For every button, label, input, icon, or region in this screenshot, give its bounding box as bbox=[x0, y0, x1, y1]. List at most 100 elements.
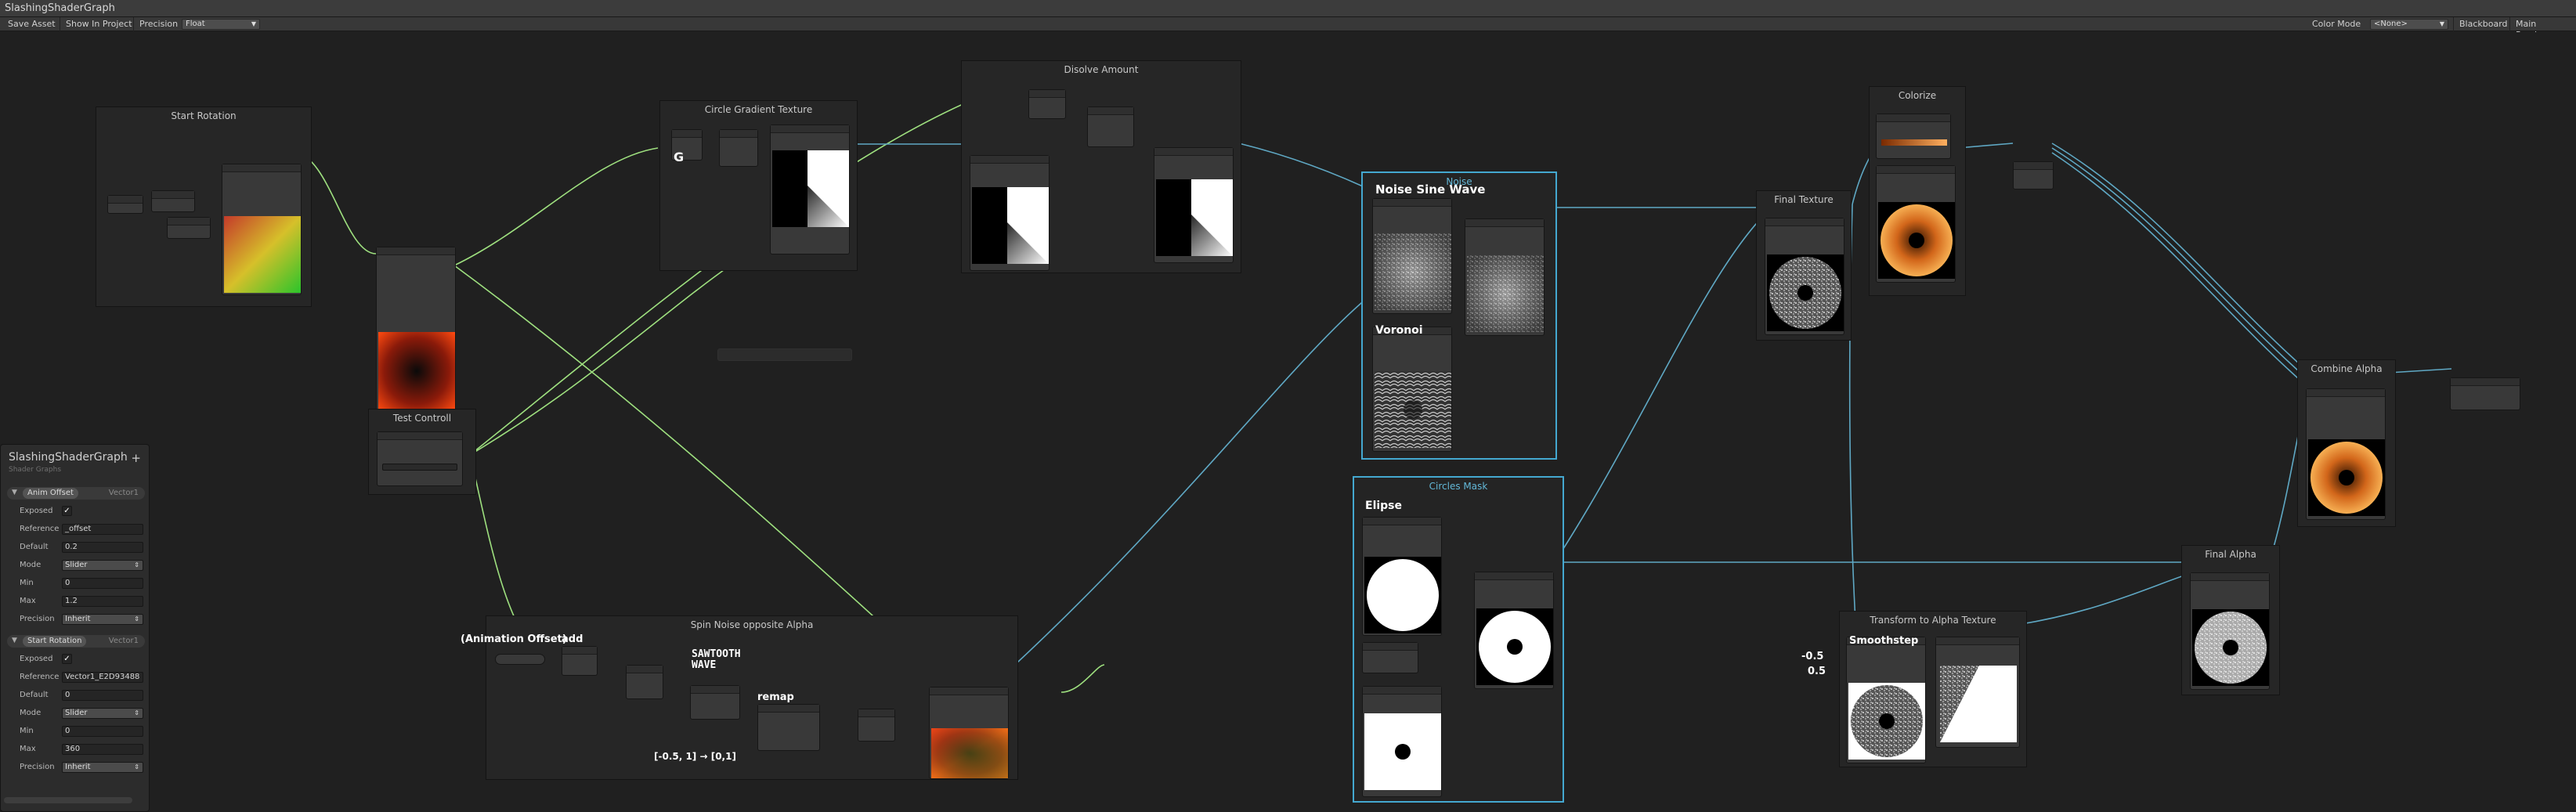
mode-row: Mode Slider ⇕ bbox=[20, 560, 143, 572]
property-name-pill[interactable]: Anim Offset bbox=[23, 488, 78, 499]
default-field[interactable]: 0 bbox=[62, 690, 143, 701]
show-in-project-button[interactable]: Show In Project bbox=[61, 19, 137, 30]
step-node[interactable] bbox=[970, 155, 1050, 271]
multiply-node[interactable] bbox=[1474, 572, 1554, 689]
min-row: Min 0 bbox=[20, 578, 143, 590]
exposed-checkbox[interactable]: ✓ bbox=[62, 506, 72, 516]
group-final-texture[interactable]: Final Texture bbox=[1756, 190, 1852, 341]
mode-dropdown[interactable]: Slider ⇕ bbox=[62, 708, 143, 719]
sawtooth-node[interactable] bbox=[690, 685, 740, 720]
multiply-node[interactable] bbox=[2190, 572, 2270, 690]
group-combine-alpha[interactable]: Combine Alpha bbox=[2297, 359, 2396, 527]
slider-track[interactable] bbox=[382, 464, 457, 471]
min-field[interactable]: 0 bbox=[62, 726, 143, 737]
smooth-node[interactable] bbox=[1154, 147, 1234, 263]
ellipse-small-node[interactable] bbox=[1362, 642, 1418, 673]
default-row: Default 0 bbox=[20, 690, 143, 702]
plus-icon[interactable]: + bbox=[131, 451, 141, 465]
expand-triangle-icon[interactable]: ▼ bbox=[12, 637, 17, 644]
chevron-down-icon: ▼ bbox=[2439, 20, 2444, 27]
gradient-node[interactable] bbox=[1876, 114, 1951, 159]
exposed-checkbox[interactable]: ✓ bbox=[62, 654, 72, 664]
slider-node[interactable] bbox=[377, 431, 463, 486]
min-label: Min bbox=[20, 727, 34, 735]
max-label: Max bbox=[20, 745, 36, 753]
node-preview bbox=[1364, 713, 1441, 790]
gradient-bar[interactable] bbox=[1881, 139, 1947, 146]
rotate-node[interactable] bbox=[222, 164, 302, 295]
split-node[interactable] bbox=[2013, 161, 2054, 189]
multiply-node[interactable] bbox=[626, 665, 663, 699]
default-field[interactable]: 0.2 bbox=[62, 542, 143, 553]
group-title: Final Alpha bbox=[2205, 549, 2256, 560]
node-header bbox=[672, 130, 702, 138]
node-header bbox=[2451, 378, 2520, 386]
multiply-node[interactable] bbox=[1465, 218, 1545, 336]
combine-node[interactable] bbox=[2306, 388, 2386, 520]
multiply-node[interactable] bbox=[1087, 106, 1134, 147]
node-header bbox=[1154, 148, 1233, 156]
group-test-controll[interactable]: Test Controll bbox=[368, 409, 476, 495]
multiply-node[interactable] bbox=[858, 709, 895, 742]
one-minus-node[interactable] bbox=[1362, 686, 1442, 797]
color-mode-dropdown[interactable]: <None> ▼ bbox=[2370, 19, 2448, 30]
tiling-offset-node[interactable] bbox=[376, 247, 456, 413]
group-transform-alpha[interactable]: Transform to Alpha Texture Smoothstep bbox=[1839, 611, 2027, 767]
precision-dropdown[interactable]: Inherit ⇕ bbox=[62, 614, 143, 625]
group-start-rotation[interactable]: Start Rotation bbox=[96, 106, 312, 307]
blackboard-scrollbar[interactable] bbox=[4, 797, 132, 803]
max-field[interactable]: 1.2 bbox=[62, 596, 143, 607]
property-start-rotation[interactable]: ▼ Start Rotation Vector1 bbox=[7, 635, 145, 648]
precision-dropdown[interactable]: Inherit ⇕ bbox=[62, 762, 143, 773]
one-minus-node[interactable] bbox=[770, 125, 850, 254]
multiply-node[interactable] bbox=[1935, 637, 2020, 748]
precision-dropdown[interactable]: Float ▼ bbox=[182, 19, 260, 30]
mode-row: Mode Slider ⇕ bbox=[20, 708, 143, 720]
graph-canvas[interactable]: Start Rotation Test Controll Circle Grad… bbox=[0, 32, 2576, 812]
property-node-anim-offset[interactable] bbox=[495, 654, 545, 665]
edge-wire bbox=[2051, 143, 2307, 371]
group-noise[interactable]: Noise Noise Sine Wave Voronoi bbox=[1361, 171, 1557, 460]
mode-value: Slider bbox=[65, 561, 88, 569]
reference-field[interactable]: _offset bbox=[62, 524, 143, 535]
rotate-node[interactable] bbox=[929, 687, 1009, 779]
property-anim-offset[interactable]: ▼ Anim Offset Vector1 bbox=[7, 487, 145, 500]
precision-row: Precision Inherit ⇕ bbox=[20, 614, 143, 626]
sample-gradient-node[interactable] bbox=[1876, 165, 1956, 283]
vector-node[interactable] bbox=[151, 190, 195, 212]
precision-label: Precision bbox=[139, 19, 179, 29]
max-row: Max 1.2 bbox=[20, 596, 143, 608]
min-field[interactable]: 0 bbox=[62, 578, 143, 589]
node-preview bbox=[1848, 683, 1925, 760]
noise-node[interactable] bbox=[1372, 198, 1452, 314]
collapsed-node[interactable] bbox=[717, 348, 852, 361]
arctangent-node[interactable] bbox=[719, 129, 758, 167]
group-circle-gradient[interactable]: Circle Gradient Texture bbox=[659, 100, 858, 271]
add-node[interactable] bbox=[167, 217, 211, 239]
voronoi-node[interactable] bbox=[1372, 327, 1452, 452]
expand-triangle-icon[interactable]: ▼ bbox=[12, 489, 17, 496]
master-node[interactable] bbox=[2450, 377, 2520, 410]
ellipse-node[interactable] bbox=[1362, 517, 1442, 636]
save-asset-button[interactable]: Save Asset bbox=[3, 19, 60, 30]
node-header bbox=[930, 687, 1008, 695]
main-preview-toggle[interactable]: Main Preview bbox=[2511, 19, 2576, 40]
mode-dropdown[interactable]: Slider ⇕ bbox=[62, 560, 143, 571]
reference-field[interactable]: Vector1_E2D93488 bbox=[62, 672, 143, 683]
multiply-node[interactable] bbox=[1765, 218, 1844, 335]
blackboard-toggle[interactable]: Blackboard bbox=[2455, 19, 2513, 30]
add-node[interactable] bbox=[562, 646, 598, 676]
group-colorize[interactable]: Colorize bbox=[1869, 86, 1966, 296]
node-preview bbox=[2308, 439, 2385, 516]
chevron-down-icon: ⇕ bbox=[134, 561, 139, 568]
remap-node[interactable] bbox=[757, 704, 820, 751]
property-name-pill[interactable]: Start Rotation bbox=[23, 636, 87, 647]
property-node[interactable] bbox=[107, 195, 143, 214]
group-circles-mask[interactable]: Circles Mask Elipse bbox=[1353, 476, 1564, 803]
max-field[interactable]: 360 bbox=[62, 744, 143, 755]
group-final-alpha[interactable]: Final Alpha bbox=[2181, 545, 2280, 695]
smoothstep-node[interactable] bbox=[1846, 637, 1926, 763]
node-preview bbox=[931, 728, 1008, 778]
group-dissolve-amount[interactable]: Disolve Amount bbox=[961, 60, 1241, 273]
add-node[interactable] bbox=[1028, 89, 1066, 119]
